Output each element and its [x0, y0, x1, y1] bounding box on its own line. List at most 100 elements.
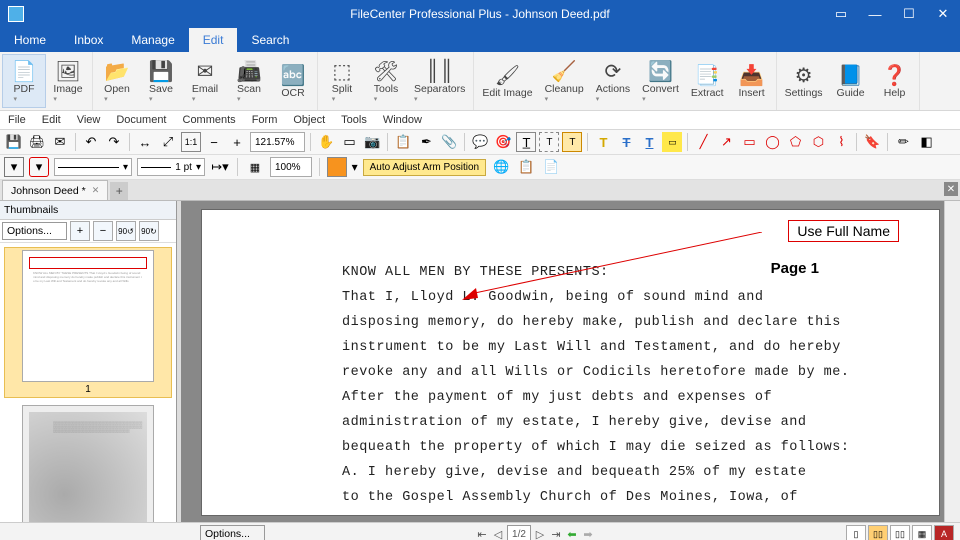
menu-tools[interactable]: Tools: [333, 111, 375, 129]
save-button[interactable]: 💾Save: [139, 54, 183, 108]
pdf-button[interactable]: 📄PDF: [2, 54, 46, 108]
last-page-icon[interactable]: ⇥: [549, 526, 563, 540]
rect-icon[interactable]: ▭: [739, 132, 759, 152]
back-icon[interactable]: ⬅: [565, 526, 579, 540]
thumbnail-1[interactable]: KNOW ALL MEN BY THESE PRESENTS That I Ll…: [4, 247, 172, 398]
guide-button[interactable]: 📘Guide: [829, 54, 873, 108]
next-page-icon[interactable]: ▷: [533, 526, 547, 540]
continuous-facing-icon[interactable]: ▦: [912, 525, 932, 540]
text-select-icon[interactable]: T̲: [516, 132, 536, 152]
insert-button[interactable]: 📥Insert: [730, 54, 774, 108]
edit-image-button[interactable]: 🖌Edit Image: [476, 54, 538, 108]
tools-button[interactable]: 🛠Tools: [364, 54, 408, 108]
continuous-icon[interactable]: ▯▯: [868, 525, 888, 540]
stamp-icon[interactable]: 🔖: [862, 132, 882, 152]
save-icon[interactable]: 💾: [4, 132, 24, 152]
zoom-input[interactable]: 121.57%: [250, 132, 305, 152]
prev-page-icon[interactable]: ◁: [491, 526, 505, 540]
actual-size-icon[interactable]: 1:1: [181, 132, 201, 152]
snapshot-icon[interactable]: 📷: [362, 132, 382, 152]
eraser-icon[interactable]: ◧: [916, 132, 936, 152]
line-width-select[interactable]: 1 pt▾: [137, 158, 205, 176]
facing-icon[interactable]: ▯▯: [890, 525, 910, 540]
underline-icon[interactable]: T: [639, 132, 659, 152]
note-icon[interactable]: 💬: [470, 132, 490, 152]
thumb-zoom-out-icon[interactable]: −: [93, 221, 113, 241]
tab-manage[interactable]: Manage: [117, 28, 188, 52]
textbox-icon[interactable]: T: [539, 132, 559, 152]
ellipse-icon[interactable]: ◯: [762, 132, 782, 152]
highlight-icon[interactable]: T: [593, 132, 613, 152]
stroke-color-picker[interactable]: ▾: [29, 157, 49, 177]
page-number-input[interactable]: 1/2: [507, 525, 531, 540]
attach-icon[interactable]: 📎: [439, 132, 459, 152]
clipboard-icon[interactable]: 📋: [516, 157, 536, 177]
color-swatch[interactable]: [327, 157, 347, 177]
opacity-input[interactable]: 100%: [270, 157, 312, 177]
fit-width-icon[interactable]: ↔: [135, 132, 155, 152]
help-button[interactable]: ❓Help: [873, 54, 917, 108]
rotate-left-icon[interactable]: 90↺: [116, 221, 136, 241]
maximize-button[interactable]: ☐: [892, 0, 926, 28]
actions-button[interactable]: ⟳Actions: [590, 54, 636, 108]
close-button[interactable]: ✕: [926, 0, 960, 28]
thumbnail-2[interactable]: ░░░░░░░░░░░░░░░░░░░░░░░░░░░░░░░░░░░░░░░░…: [4, 402, 172, 522]
tab-edit[interactable]: Edit: [189, 28, 238, 52]
tab-inbox[interactable]: Inbox: [60, 28, 117, 52]
menu-comments[interactable]: Comments: [175, 111, 244, 129]
fit-page-icon[interactable]: ⤢: [158, 132, 178, 152]
image-button[interactable]: 🖼Image: [46, 54, 90, 108]
separators-button[interactable]: ║║Separators: [408, 54, 471, 108]
tab-search[interactable]: Search: [237, 28, 303, 52]
zoom-out-icon[interactable]: −: [204, 132, 224, 152]
auto-adjust-toggle[interactable]: Auto Adjust Arm Position: [363, 159, 487, 176]
scan-button[interactable]: 📠Scan: [227, 54, 271, 108]
page-canvas[interactable]: Page 1 Use Full Name KNOW ALL MEN BY THE…: [201, 209, 940, 516]
pattern-icon[interactable]: ▦: [245, 157, 265, 177]
thumbnail-list[interactable]: KNOW ALL MEN BY THESE PRESENTS That I Ll…: [0, 243, 176, 522]
convert-button[interactable]: 🔄Convert: [636, 54, 685, 108]
menu-view[interactable]: View: [69, 111, 109, 129]
pdf-mode-icon[interactable]: A: [934, 525, 954, 540]
sticky-icon[interactable]: ▭: [662, 132, 682, 152]
arrow-style-icon[interactable]: ↦▾: [210, 157, 230, 177]
zoom-in-icon[interactable]: +: [227, 132, 247, 152]
ocr-button[interactable]: 🔤OCR: [271, 54, 315, 108]
forward-icon[interactable]: ➡: [581, 526, 595, 540]
line-icon[interactable]: ╱: [693, 132, 713, 152]
menu-file[interactable]: File: [0, 111, 34, 129]
extract-button[interactable]: 📑Extract: [685, 54, 730, 108]
open-button[interactable]: 📂Open: [95, 54, 139, 108]
menu-object[interactable]: Object: [285, 111, 333, 129]
cleanup-button[interactable]: 🧹Cleanup: [539, 54, 590, 108]
thumb-options-dropdown[interactable]: Options...: [2, 222, 67, 240]
undo-icon[interactable]: ↶: [81, 132, 101, 152]
cloud-icon[interactable]: ⌇: [831, 132, 851, 152]
tab-close-icon[interactable]: ✕: [92, 185, 100, 196]
select-icon[interactable]: ▭: [339, 132, 359, 152]
settings-button[interactable]: ⚙Settings: [779, 54, 829, 108]
menu-document[interactable]: Document: [108, 111, 174, 129]
fill-color-picker[interactable]: ▾: [4, 157, 24, 177]
menu-form[interactable]: Form: [244, 111, 286, 129]
vertical-scrollbar[interactable]: [944, 201, 960, 522]
hand-icon[interactable]: ✋: [316, 132, 336, 152]
email-button[interactable]: ✉Email: [183, 54, 227, 108]
sign-icon[interactable]: ✒: [416, 132, 436, 152]
first-page-icon[interactable]: ⇤: [475, 526, 489, 540]
rotate-right-icon[interactable]: 90↻: [139, 221, 159, 241]
tab-home[interactable]: Home: [0, 28, 60, 52]
ribbon-toggle-icon[interactable]: ▭: [824, 0, 858, 28]
redo-icon[interactable]: ↷: [104, 132, 124, 152]
polyline-icon[interactable]: ⬡: [808, 132, 828, 152]
mail-icon[interactable]: ✉: [50, 132, 70, 152]
thumb-zoom-in-icon[interactable]: +: [70, 221, 90, 241]
arrow-icon[interactable]: ↗: [716, 132, 736, 152]
document-tab[interactable]: Johnson Deed * ✕: [2, 180, 108, 200]
split-button[interactable]: ⬚Split: [320, 54, 364, 108]
menu-edit[interactable]: Edit: [34, 111, 69, 129]
document-viewer[interactable]: Page 1 Use Full Name KNOW ALL MEN BY THE…: [181, 201, 960, 522]
menu-window[interactable]: Window: [375, 111, 430, 129]
polygon-icon[interactable]: ⬠: [785, 132, 805, 152]
stamp-palette-icon[interactable]: 🎯: [493, 132, 513, 152]
